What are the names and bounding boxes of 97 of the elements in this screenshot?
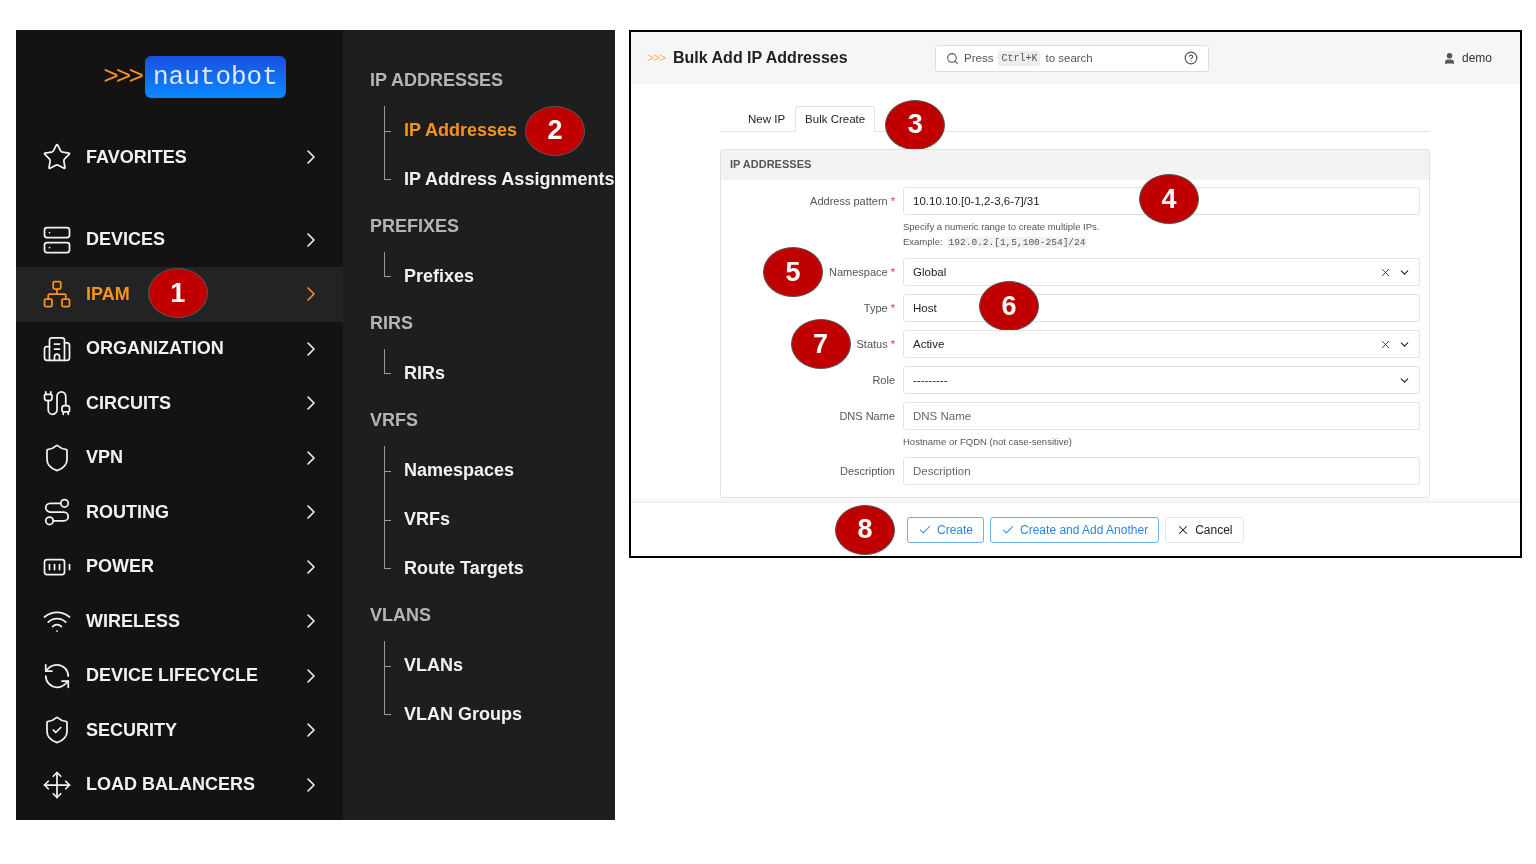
logo[interactable]: nautobot: [145, 56, 286, 98]
field-label: DNS Name: [839, 410, 895, 422]
submenu-link[interactable]: RIRs: [404, 363, 445, 384]
select-field[interactable]: ---------: [903, 366, 1420, 394]
user-name[interactable]: demo: [1461, 51, 1492, 65]
nav-item[interactable]: FAVORITES: [16, 130, 343, 185]
logo-chevrons: >>>: [103, 62, 141, 92]
submenu-link[interactable]: Prefixes: [404, 266, 475, 287]
card-title: IP ADDRESSES: [721, 150, 1429, 180]
submenu-link[interactable]: IP Addresses: [404, 120, 518, 141]
tree-branch: [384, 252, 391, 277]
field-label: Type: [863, 302, 888, 314]
select-field[interactable]: Global: [903, 258, 1420, 286]
nav-item[interactable]: IPAM 1: [16, 267, 343, 322]
tree-branch: [384, 349, 391, 374]
nav-item[interactable]: VPN: [16, 430, 343, 485]
move-icon: [42, 769, 72, 800]
submenu-link[interactable]: IP Address Assignments: [404, 169, 615, 190]
submenu-heading: PREFIXES: [370, 216, 461, 238]
nav-label: POWER: [86, 556, 154, 578]
submenu-link[interactable]: VRFs: [404, 509, 450, 530]
field-placeholder: Description: [913, 465, 971, 477]
field-label: Role: [872, 374, 895, 386]
input-field[interactable]: Description: [903, 457, 1420, 485]
nav-label: CIRCUITS: [86, 392, 171, 414]
callout-number: 8: [835, 504, 895, 555]
field-value: Active: [913, 338, 945, 350]
required-mark: *: [890, 195, 895, 207]
submenu-link[interactable]: VLANs: [404, 655, 463, 676]
nav-item[interactable]: ROUTING: [16, 485, 343, 540]
nav-item[interactable]: WIRELESS: [16, 594, 343, 649]
callout-number: 5: [763, 247, 823, 297]
submenu-link[interactable]: Route Targets: [404, 558, 524, 579]
example-label: Example:: [903, 236, 943, 247]
search-hint: to search: [1045, 52, 1093, 64]
nav-label: DEVICE LIFECYCLE: [86, 665, 259, 687]
field-label: Status: [856, 338, 888, 350]
field-value: Host: [913, 302, 937, 314]
callout-number: 6: [979, 281, 1039, 331]
user-icon: [1442, 51, 1456, 65]
nav-item[interactable]: SECURITY: [16, 703, 343, 758]
input-field[interactable]: DNS Name: [903, 402, 1420, 430]
help-icon[interactable]: [1184, 51, 1199, 65]
field-placeholder: DNS Name: [913, 410, 972, 422]
search-icon: [946, 51, 960, 65]
field-value: 10.10.10.[0-1,2-3,6-7]/31: [913, 195, 1040, 207]
network-icon: [42, 279, 72, 310]
submenu-link[interactable]: VLAN Groups: [404, 704, 522, 725]
field-label: Description: [839, 465, 895, 477]
required-mark: *: [890, 338, 895, 350]
nav-label: IPAM: [86, 283, 130, 305]
submenu-heading: VRFS: [370, 410, 419, 432]
nav-label: ORGANIZATION: [86, 338, 224, 360]
search-field[interactable]: Press Ctrl+K to search: [935, 44, 1210, 72]
callout-number: 4: [1139, 174, 1199, 224]
route-icon: [42, 497, 72, 528]
tab[interactable]: New IP: [738, 106, 796, 132]
field-label: Address pattern: [810, 195, 888, 207]
nav-item[interactable]: DEVICES: [16, 212, 343, 267]
field-value: Global: [913, 266, 947, 278]
callout-number: 3: [885, 99, 946, 150]
search-hint: Press: [964, 52, 994, 64]
select-field[interactable]: Active: [903, 330, 1420, 358]
nav-label: WIRELESS: [86, 610, 180, 632]
field-value: ---------: [913, 374, 948, 386]
callout-number: 7: [790, 319, 851, 369]
required-mark: *: [890, 266, 895, 278]
example-code: 192.0.2.[1,5,100-254]/24: [946, 237, 1088, 248]
submenu-heading: VLANS: [370, 605, 432, 627]
nav-label: VPN: [86, 447, 123, 469]
cancel-button[interactable]: Cancel: [1165, 516, 1244, 543]
callout-number: 2: [525, 105, 586, 156]
field-label: Namespace: [829, 266, 888, 278]
create-button[interactable]: Create: [907, 516, 985, 543]
nav-label: FAVORITES: [86, 146, 187, 168]
help-text: Specify a numeric range to create multiple IPs.: [903, 220, 1101, 234]
shortcut-key: Ctrl+K: [998, 50, 1041, 66]
submenu-heading: IP ADDRESSES: [370, 70, 505, 92]
help-text: Hostname or FQDN (not case-sensitive): [903, 435, 1073, 449]
tab[interactable]: Bulk Create: [795, 106, 876, 132]
callout-number: 1: [147, 268, 208, 319]
submenu-heading: RIRS: [370, 313, 414, 335]
required-mark: *: [890, 302, 895, 314]
create-button[interactable]: Create and Add Another: [990, 516, 1160, 543]
nav-item[interactable]: POWER: [16, 539, 343, 594]
server-icon: [42, 224, 72, 255]
nav-label: LOAD BALANCERS: [86, 774, 255, 796]
nav-label: DEVICES: [86, 229, 166, 251]
page-title: Bulk Add IP Addresses: [673, 49, 849, 67]
nav-item[interactable]: LOAD BALANCERS: [16, 757, 343, 812]
nav-label: ROUTING: [86, 501, 169, 523]
nav-item[interactable]: DEVICE LIFECYCLE: [16, 648, 343, 703]
header-chevrons: >>>: [647, 51, 666, 65]
nav-item[interactable]: ORGANIZATION: [16, 321, 343, 376]
nav-label: SECURITY: [86, 719, 177, 741]
submenu-link[interactable]: Namespaces: [404, 460, 515, 481]
nav-item[interactable]: CIRCUITS: [16, 376, 343, 431]
